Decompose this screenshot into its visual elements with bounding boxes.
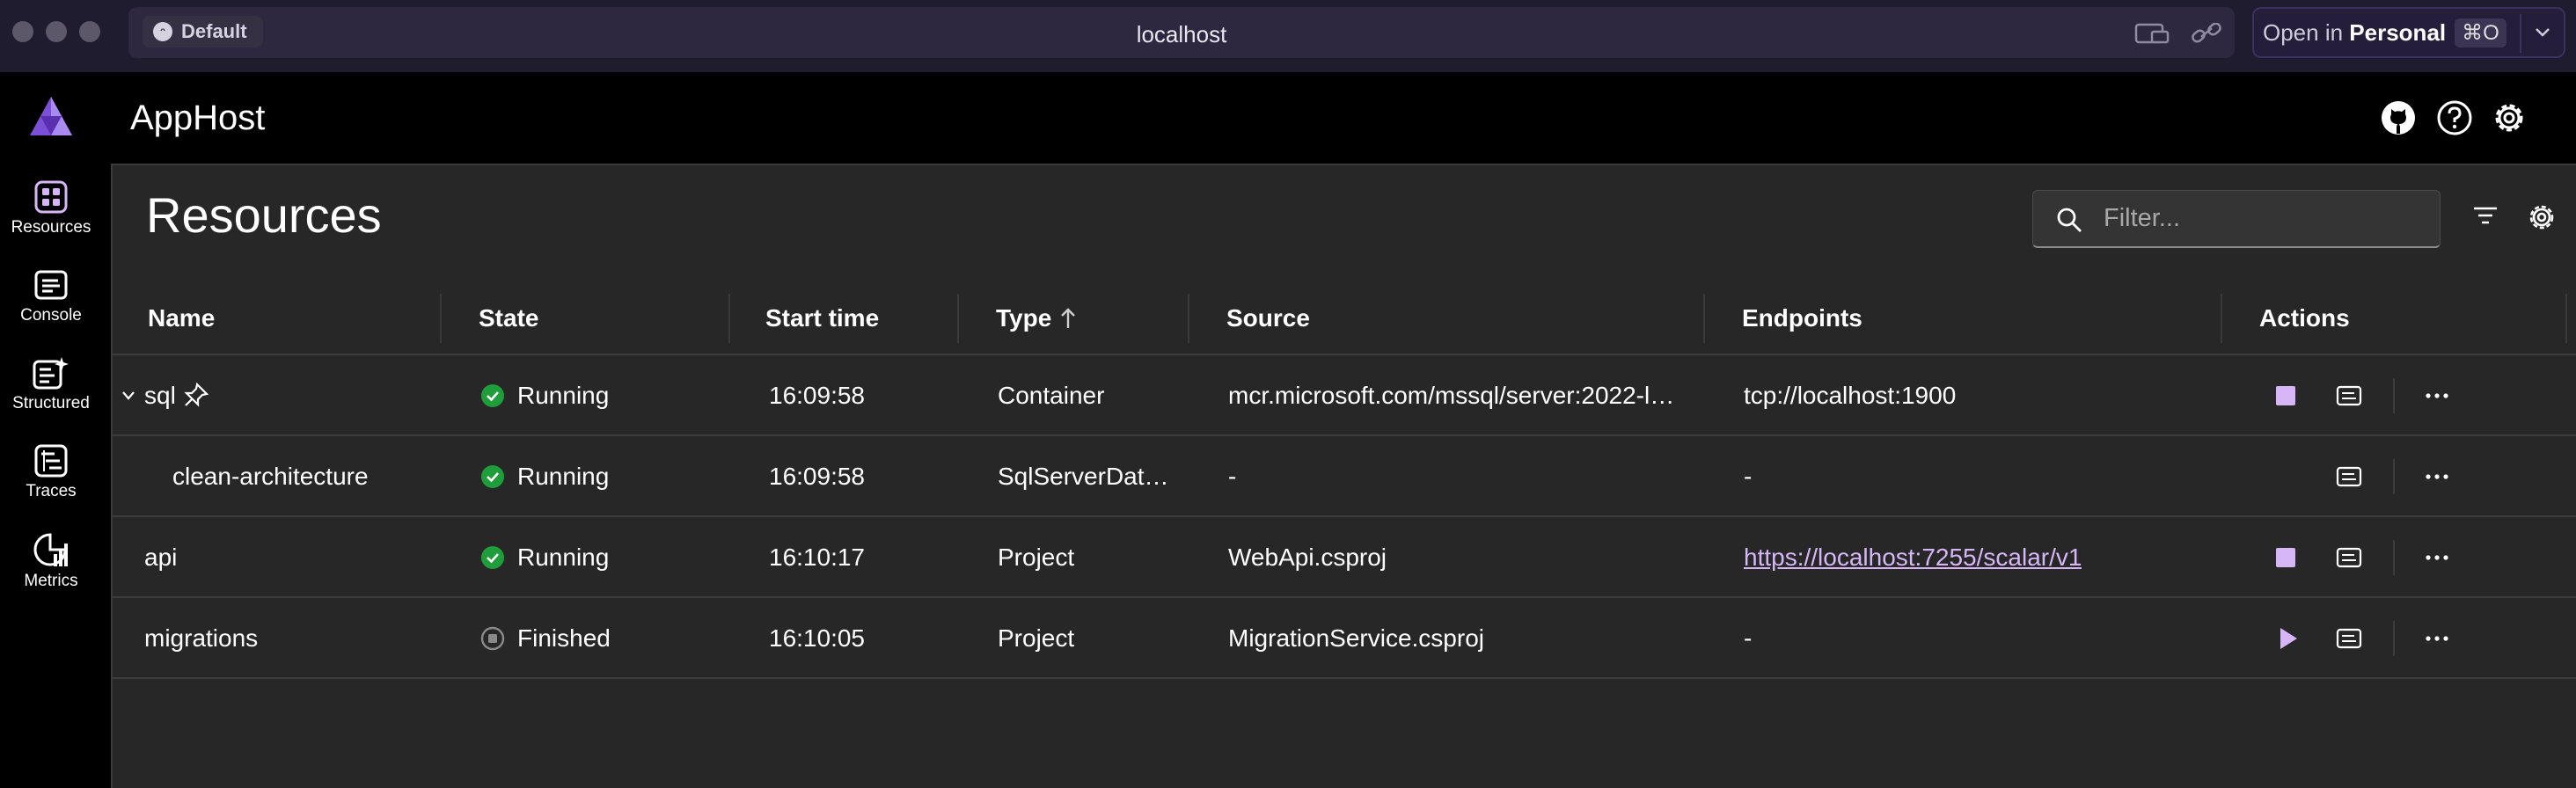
pin-icon[interactable] — [183, 382, 209, 408]
nav-item-resources[interactable]: Resources — [0, 169, 102, 257]
column-header-source[interactable]: Source — [1226, 304, 1310, 332]
search-icon — [2057, 208, 2082, 232]
resource-name: migrations — [144, 624, 259, 652]
expand-chevron-icon[interactable] — [121, 390, 135, 401]
app-title: AppHost — [130, 98, 266, 137]
resource-start-time: 16:10:05 — [769, 624, 865, 652]
table-row[interactable]: sql Running 16:09:58 Container mcr.micro… — [113, 355, 2576, 436]
resource-name: sql — [144, 382, 176, 409]
resource-type: SqlServerDat… — [998, 463, 1169, 490]
sort-ascending-arrow-icon — [1061, 308, 1076, 328]
address-bar[interactable]: localhost — [128, 7, 2235, 58]
more-actions-icon[interactable] — [2421, 380, 2453, 412]
resource-source: - — [1228, 463, 1237, 490]
column-header-start-time[interactable]: Start time — [765, 304, 879, 332]
nav-label-metrics: Metrics — [24, 572, 78, 590]
console-logs-icon[interactable] — [2333, 623, 2365, 654]
side-navigation: Resources Console Structured Traces Metr… — [0, 164, 111, 788]
filter-box[interactable] — [2032, 190, 2441, 248]
traces-icon — [34, 444, 68, 478]
more-actions-icon[interactable] — [2421, 623, 2453, 654]
resource-name: clean-architecture — [172, 463, 369, 490]
nav-label-traces: Traces — [26, 482, 77, 500]
window-minimize-button[interactable] — [46, 21, 67, 42]
window-zoom-button[interactable] — [79, 21, 100, 42]
profile-label: Default — [181, 20, 247, 42]
table-row[interactable]: api Running 16:10:17 Project WebApi.cspr… — [113, 517, 2576, 598]
github-icon[interactable] — [2379, 98, 2418, 137]
metrics-icon — [33, 533, 68, 566]
stop-icon[interactable] — [2270, 542, 2302, 573]
copy-link-icon[interactable] — [2189, 23, 2224, 44]
settings-gear-icon[interactable] — [2490, 98, 2528, 137]
finished-stop-icon — [480, 626, 505, 651]
column-header-type[interactable]: Type — [996, 304, 1076, 332]
resource-start-time: 16:10:17 — [769, 544, 865, 571]
aspire-logo-icon — [30, 97, 72, 135]
resource-source: WebApi.csproj — [1228, 544, 1387, 571]
console-logs-icon[interactable] — [2333, 461, 2365, 492]
console-icon — [34, 270, 68, 300]
stop-icon[interactable] — [2270, 380, 2302, 412]
table-header: Name State Start time Type Source Endpoi… — [113, 280, 2576, 355]
more-actions-icon[interactable] — [2421, 461, 2453, 492]
structured-logs-icon — [33, 357, 69, 390]
picture-in-picture-icon[interactable] — [2134, 23, 2170, 44]
table-row[interactable]: clean-architecture Running 16:09:58 SqlS… — [113, 436, 2576, 517]
resource-source: MigrationService.csproj — [1228, 624, 1484, 652]
resources-page: Resources Name State Start time Type Sou… — [111, 164, 2576, 788]
resource-state: Running — [480, 544, 609, 572]
resource-start-time: 16:09:58 — [769, 463, 865, 490]
app-header: AppHost — [0, 72, 2576, 164]
open-in-button[interactable]: Open in Personal ⌘O — [2252, 7, 2565, 58]
column-header-name[interactable]: Name — [148, 304, 215, 332]
console-logs-icon[interactable] — [2333, 380, 2365, 412]
running-check-icon — [481, 384, 504, 407]
nav-item-console[interactable]: Console — [0, 257, 102, 345]
filter-lines-icon[interactable] — [2472, 202, 2499, 229]
resources-grid-icon — [34, 180, 68, 214]
profile-chip[interactable]: ᵔ Default — [143, 16, 263, 47]
resource-type: Container — [998, 382, 1105, 409]
browser-toolbar: localhost ᵔ Default Open in Personal ⌘O — [0, 0, 2576, 72]
url-text[interactable]: localhost — [128, 21, 2235, 48]
resource-type: Project — [998, 544, 1075, 571]
resource-endpoint: - — [1744, 624, 1753, 652]
resource-state: Running — [480, 382, 609, 410]
window-close-button[interactable] — [12, 21, 33, 42]
column-header-state[interactable]: State — [479, 304, 538, 332]
chevron-down-icon[interactable] — [2532, 21, 2553, 42]
nav-item-metrics[interactable]: Metrics — [0, 521, 102, 609]
open-in-target: Personal — [2349, 18, 2447, 46]
resource-name: api — [144, 544, 178, 571]
table-settings-gear-icon[interactable] — [2527, 202, 2557, 232]
nav-item-traces[interactable]: Traces — [0, 433, 102, 521]
resource-state: Running — [480, 463, 609, 491]
resource-state: Finished — [480, 624, 611, 653]
help-icon[interactable] — [2435, 98, 2474, 137]
resource-endpoint-link[interactable]: https://localhost:7255/scalar/v1 — [1744, 544, 2082, 572]
more-actions-icon[interactable] — [2421, 542, 2453, 573]
nav-item-structured[interactable]: Structured — [0, 345, 102, 433]
running-check-icon — [481, 465, 504, 488]
running-check-icon — [481, 546, 504, 569]
console-logs-icon[interactable] — [2333, 542, 2365, 573]
open-in-shortcut: ⌘O — [2455, 18, 2506, 47]
page-title: Resources — [146, 187, 382, 243]
profile-face-icon: ᵔ — [153, 22, 172, 41]
nav-label-structured: Structured — [12, 394, 90, 412]
resource-source: mcr.microsoft.com/mssql/server:2022-lat… — [1228, 382, 1687, 409]
resource-start-time: 16:09:58 — [769, 382, 865, 409]
filter-input[interactable] — [2104, 191, 2429, 245]
column-header-endpoints[interactable]: Endpoints — [1742, 304, 1862, 332]
column-header-actions: Actions — [2259, 304, 2350, 332]
resource-endpoint: tcp://localhost:1900 — [1744, 382, 1957, 409]
resource-endpoint: - — [1744, 463, 1753, 490]
nav-label-console: Console — [20, 306, 82, 325]
start-play-icon[interactable] — [2272, 623, 2303, 654]
table-row[interactable]: migrations Finished 16:10:05 Project Mig… — [113, 598, 2576, 679]
open-in-prefix: Open in — [2263, 18, 2350, 46]
resource-type: Project — [998, 624, 1075, 652]
nav-label-resources: Resources — [11, 218, 91, 237]
